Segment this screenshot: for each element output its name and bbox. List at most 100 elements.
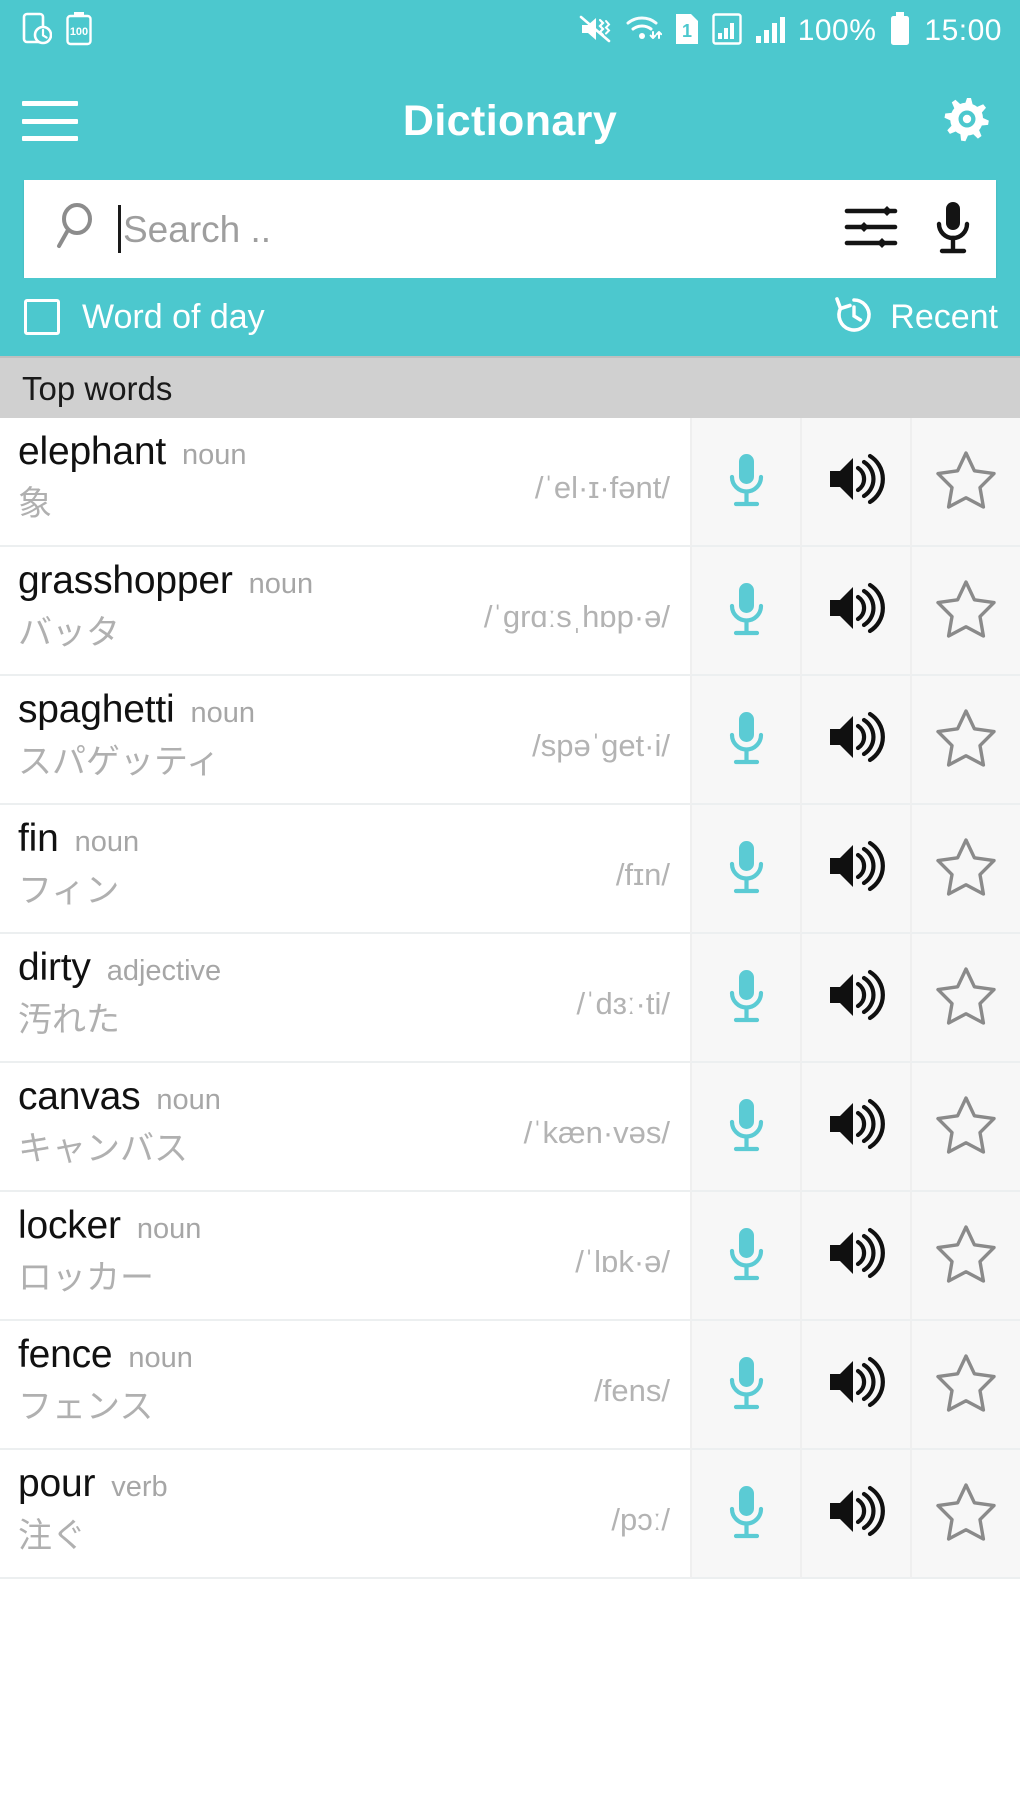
word-translation: ロッカー <box>18 1258 154 1297</box>
word-term: canvas <box>18 1075 141 1118</box>
star-outline-icon <box>935 1352 997 1417</box>
word-row[interactable]: grasshopper noun バッタ/ˈɡrɑːsˌhɒp·ə/ <box>0 547 1020 676</box>
play-audio-button[interactable] <box>800 418 910 547</box>
word-term: dirty <box>18 946 91 989</box>
record-pronunciation-button[interactable] <box>690 805 800 934</box>
record-pronunciation-button[interactable] <box>690 1450 800 1579</box>
microphone-icon <box>724 1353 768 1416</box>
word-pronunciation: /spəˈɡet·i/ <box>532 727 670 763</box>
word-row[interactable]: dirty adjective 汚れた/ˈdɜː·ti/ <box>0 934 1020 1063</box>
word-row[interactable]: spaghetti noun スパゲッティ/spəˈɡet·i/ <box>0 676 1020 805</box>
word-row[interactable]: fin noun フィン/fɪn/ <box>0 805 1020 934</box>
word-pronunciation: /ˈɡrɑːsˌhɒp·ə/ <box>483 598 670 634</box>
word-headline: dirty adjective <box>18 946 672 989</box>
word-actions <box>690 805 1020 934</box>
search-input[interactable]: Search .. <box>118 180 830 278</box>
sliders-filter-icon[interactable] <box>844 203 898 256</box>
word-translation: 注ぐ <box>18 1516 86 1555</box>
word-entry[interactable]: canvas noun キャンバス/ˈkæn·vəs/ <box>0 1063 690 1192</box>
record-pronunciation-button[interactable] <box>690 547 800 676</box>
word-of-day-checkbox[interactable] <box>24 299 60 335</box>
word-pronunciation: /pɔː/ <box>611 1501 670 1537</box>
word-pronunciation: /ˈdɜː·ti/ <box>576 985 670 1021</box>
speaker-icon <box>826 1485 886 1542</box>
word-part-of-speech: noun <box>190 697 256 729</box>
record-pronunciation-button[interactable] <box>690 676 800 805</box>
word-part-of-speech: noun <box>136 1213 202 1245</box>
record-pronunciation-button[interactable] <box>690 1321 800 1450</box>
search-area: Search .. <box>0 180 1020 278</box>
favorite-button[interactable] <box>910 1321 1020 1450</box>
word-entry[interactable]: dirty adjective 汚れた/ˈdɜː·ti/ <box>0 934 690 1063</box>
word-part-of-speech: adjective <box>106 955 222 987</box>
battery-icon <box>889 11 911 51</box>
status-bar-right-icons: 1 100% 15:00 <box>579 11 1002 51</box>
play-audio-button[interactable] <box>800 676 910 805</box>
word-translation: フェンス <box>18 1387 154 1426</box>
word-translation: 汚れた <box>18 1000 120 1039</box>
play-audio-button[interactable] <box>800 1321 910 1450</box>
speaker-icon <box>826 711 886 768</box>
word-of-day-toggle[interactable]: Word of day <box>24 299 265 335</box>
favorite-button[interactable] <box>910 1063 1020 1192</box>
word-term: grasshopper <box>18 559 233 602</box>
options-row: Word of day Recent <box>0 278 1020 356</box>
word-actions <box>690 676 1020 805</box>
favorite-button[interactable] <box>910 805 1020 934</box>
gear-icon[interactable] <box>940 92 994 151</box>
play-audio-button[interactable] <box>800 1063 910 1192</box>
record-pronunciation-button[interactable] <box>690 418 800 547</box>
speaker-icon <box>826 582 886 639</box>
signal-boxed-icon <box>711 12 742 50</box>
word-entry[interactable]: locker noun ロッカー/ˈlɒk·ə/ <box>0 1192 690 1321</box>
play-audio-button[interactable] <box>800 934 910 1063</box>
section-header-label: Top words <box>22 369 173 407</box>
play-audio-button[interactable] <box>800 547 910 676</box>
word-headline: locker noun <box>18 1204 672 1247</box>
play-audio-button[interactable] <box>800 805 910 934</box>
word-part-of-speech: noun <box>182 439 247 471</box>
record-pronunciation-button[interactable] <box>690 1063 800 1192</box>
word-row[interactable]: locker noun ロッカー/ˈlɒk·ə/ <box>0 1192 1020 1321</box>
search-bar[interactable]: Search .. <box>24 180 996 278</box>
favorite-button[interactable] <box>910 1450 1020 1579</box>
word-headline: pour verb <box>18 1463 672 1505</box>
word-list: elephant noun 象/ˈel·ɪ·fənt/grasshopper noun… <box>0 418 1020 1579</box>
favorite-button[interactable] <box>910 934 1020 1063</box>
word-row[interactable]: canvas noun キャンバス/ˈkæn·vəs/ <box>0 1063 1020 1192</box>
play-audio-button[interactable] <box>800 1192 910 1321</box>
favorite-button[interactable] <box>910 418 1020 547</box>
app-bar: Dictionary <box>0 62 1020 180</box>
wifi-icon <box>626 14 662 49</box>
recent-button[interactable]: Recent <box>832 293 998 342</box>
microphone-icon[interactable] <box>932 199 974 260</box>
record-pronunciation-button[interactable] <box>690 1192 800 1321</box>
word-actions <box>690 1063 1020 1192</box>
text-caret <box>118 205 121 253</box>
word-entry[interactable]: fin noun フィン/fɪn/ <box>0 805 690 934</box>
word-row[interactable]: pour verb 注ぐ/pɔː/ <box>0 1450 1020 1579</box>
microphone-icon <box>724 1224 768 1287</box>
word-row[interactable]: elephant noun 象/ˈel·ɪ·fənt/ <box>0 418 1020 547</box>
favorite-button[interactable] <box>910 547 1020 676</box>
screen-timeout-icon <box>22 12 53 51</box>
word-entry[interactable]: grasshopper noun バッタ/ˈɡrɑːsˌhɒp·ə/ <box>0 547 690 676</box>
word-entry[interactable]: spaghetti noun スパゲッティ/spəˈɡet·i/ <box>0 676 690 805</box>
word-headline: fin noun <box>18 818 672 860</box>
favorite-button[interactable] <box>910 676 1020 805</box>
word-row[interactable]: fence noun フェンス/fens/ <box>0 1321 1020 1450</box>
record-pronunciation-button[interactable] <box>690 934 800 1063</box>
app-screen: 100 1 100% 15:00 Dictionary Search .. Wo… <box>0 0 1020 1813</box>
hamburger-menu-icon[interactable] <box>22 101 78 141</box>
favorite-button[interactable] <box>910 1192 1020 1321</box>
word-headline: elephant noun <box>18 430 672 473</box>
play-audio-button[interactable] <box>800 1450 910 1579</box>
word-term: elephant <box>18 430 167 473</box>
microphone-icon <box>724 579 768 642</box>
word-term: locker <box>18 1204 121 1247</box>
microphone-icon <box>724 708 768 771</box>
word-entry[interactable]: pour verb 注ぐ/pɔː/ <box>0 1450 690 1579</box>
word-entry[interactable]: fence noun フェンス/fens/ <box>0 1321 690 1450</box>
word-entry[interactable]: elephant noun 象/ˈel·ɪ·fənt/ <box>0 418 690 547</box>
search-placeholder: Search .. <box>123 208 272 250</box>
